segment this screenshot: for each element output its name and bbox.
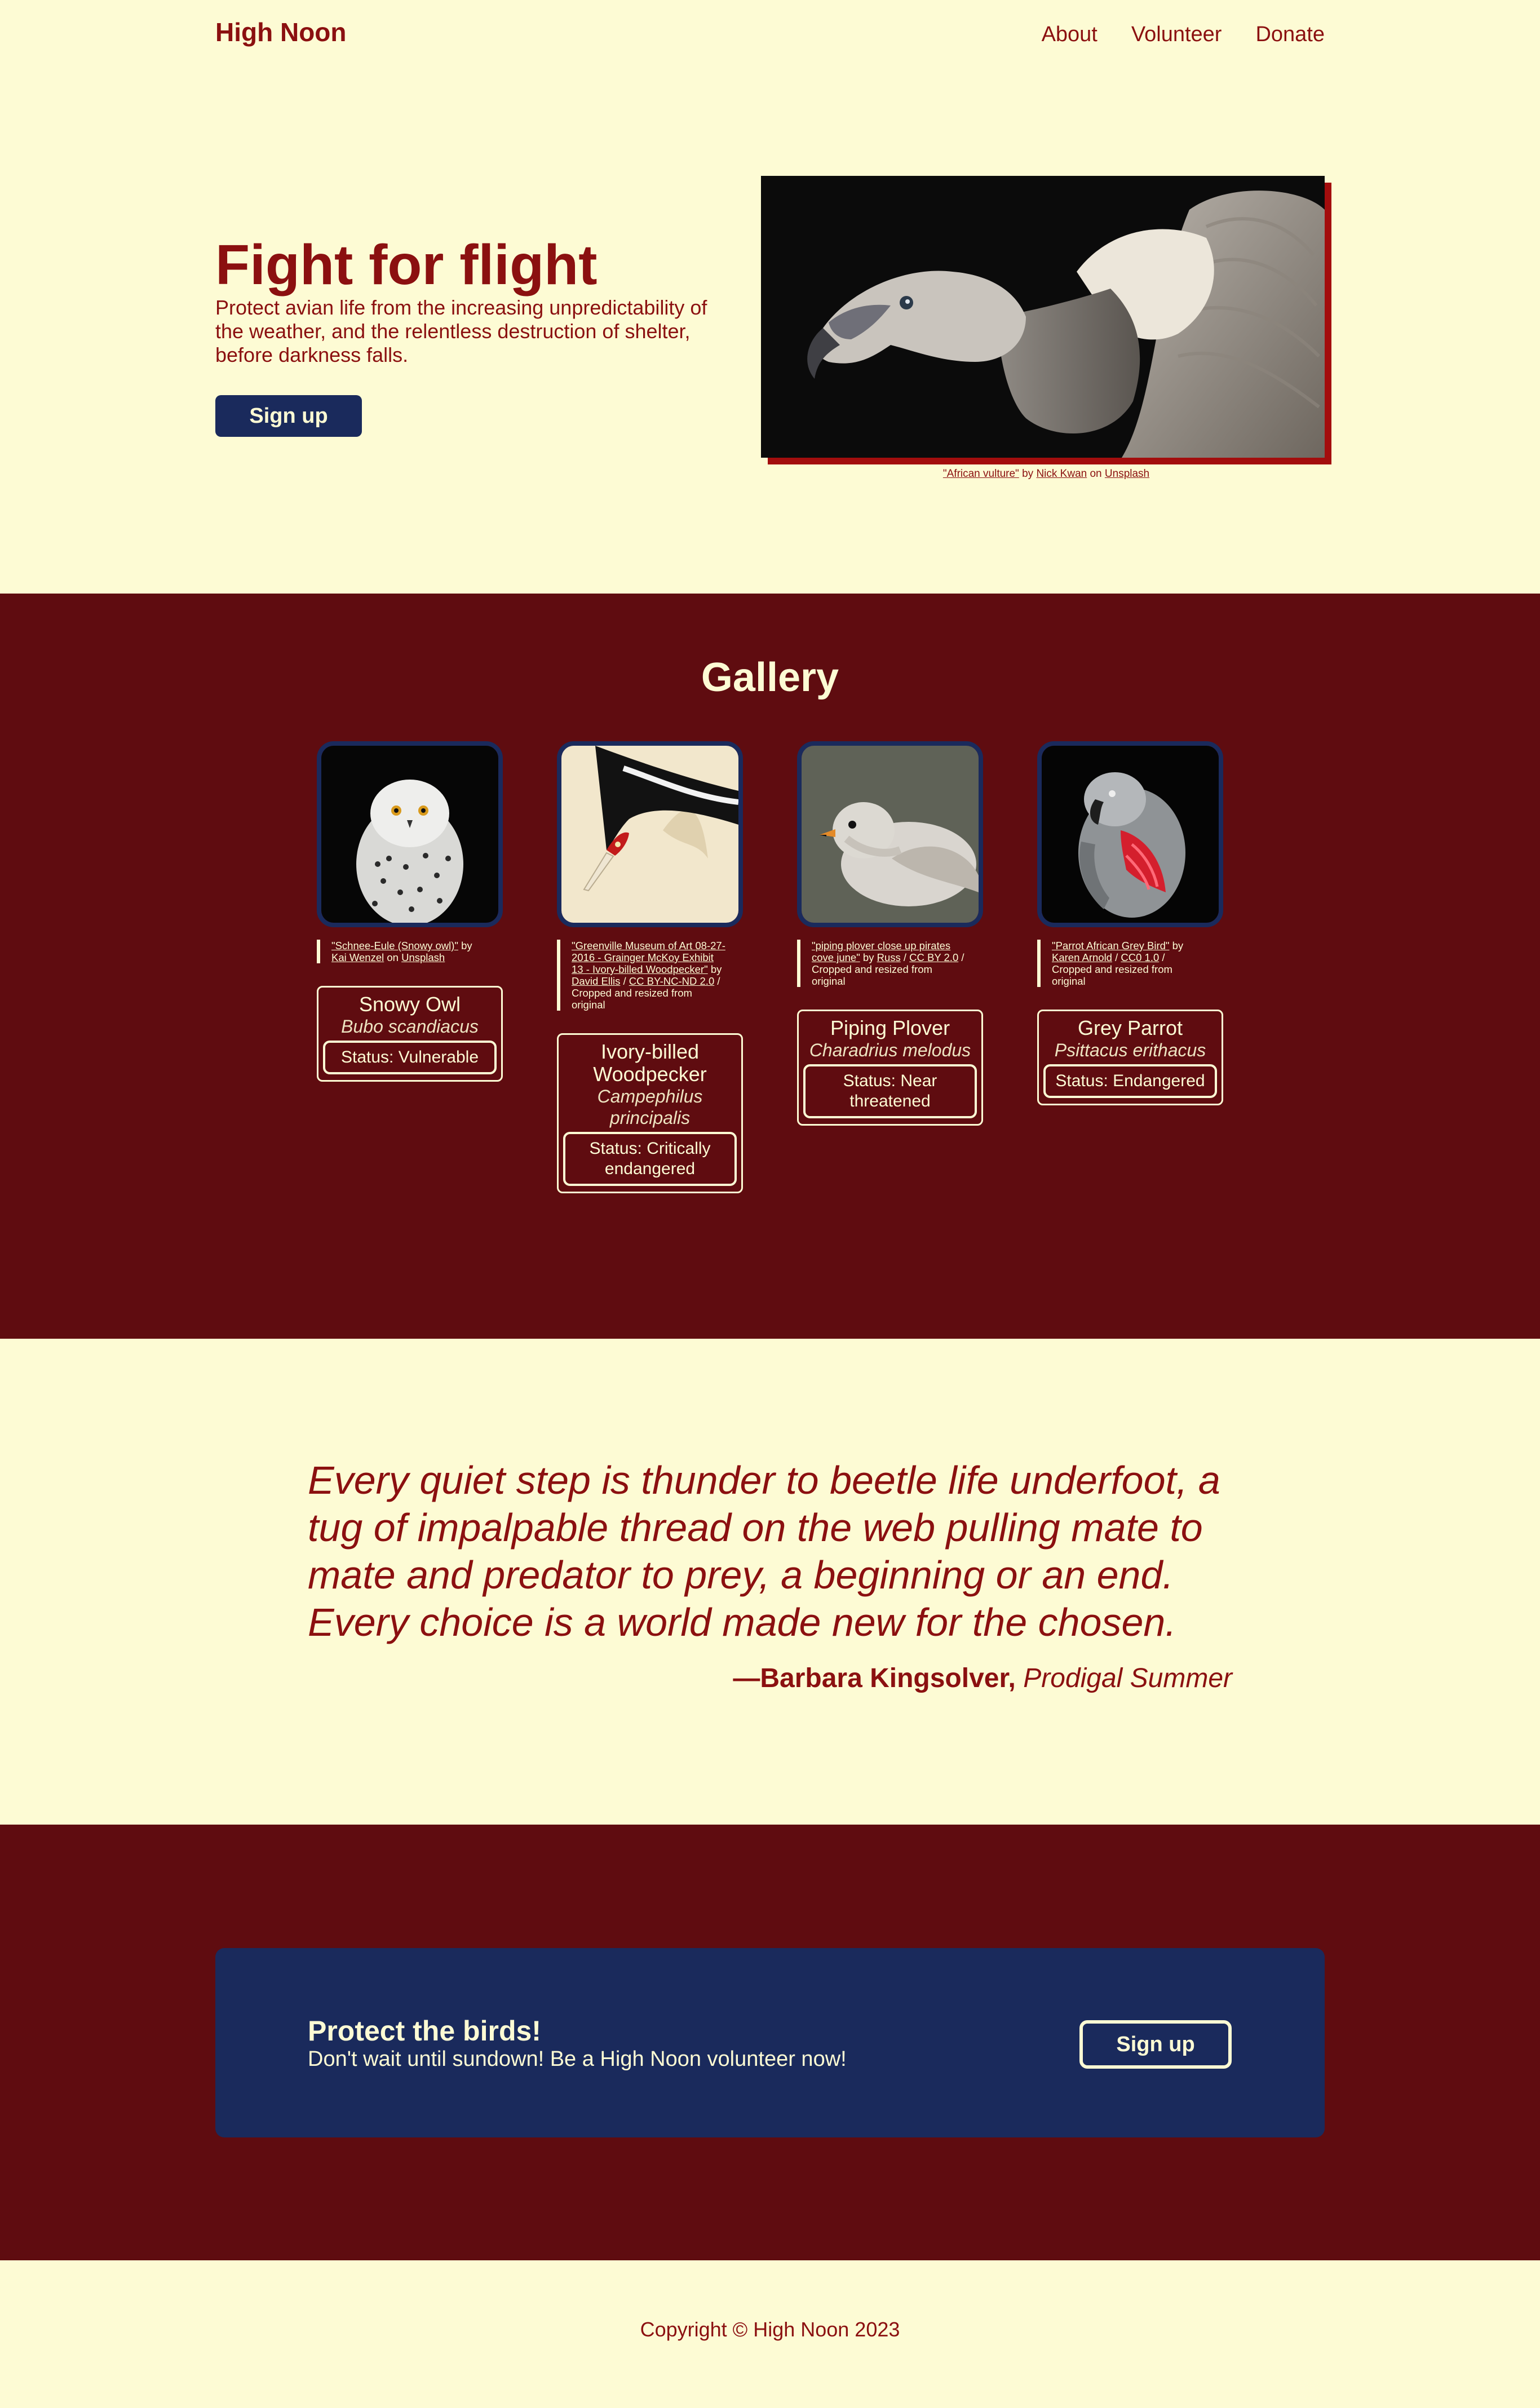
piping-plover-attribution: "piping plover close up pirates cove jun… — [797, 940, 966, 987]
quote-author: —Barbara Kingsolver, — [733, 1663, 1016, 1693]
kingsolver-quote: Every quiet step is thunder to beetle li… — [308, 1458, 1220, 1644]
site-footer: Copyright © High Noon 2023 — [0, 2318, 1540, 2341]
hero-caption-author-link[interactable]: Nick Kwan — [1036, 468, 1087, 480]
species-scientific-name: Campephilus principalis — [597, 1086, 703, 1128]
hero-caption-source-link[interactable]: Unsplash — [1105, 468, 1149, 480]
hero-section: Fight for flight Protect avian life from… — [215, 234, 723, 437]
cta-subtitle: Don't wait until sundown! Be a High Noon… — [308, 2047, 847, 2071]
hero-image-caption: "African vulture" by Nick Kwan on Unspla… — [761, 468, 1331, 480]
attribution-text: / — [620, 975, 629, 987]
hero-caption-on: on — [1090, 468, 1102, 480]
species-common-name: Snowy Owl — [359, 993, 461, 1016]
attribution-text: by — [860, 951, 877, 963]
attribution-author-link[interactable]: Kai Wenzel — [331, 951, 384, 963]
hero-title: Fight for flight — [215, 233, 598, 296]
species-scientific-name: Charadrius melodus — [809, 1040, 971, 1060]
conservation-status-badge: Status: Critically endangered — [563, 1132, 737, 1186]
species-info-box: Ivory-billed Woodpecker Campephilus prin… — [557, 1033, 743, 1193]
attribution-author-link[interactable]: David Ellis — [572, 975, 620, 987]
attribution-work-link[interactable]: "Parrot African Grey Bird" — [1052, 940, 1169, 951]
attribution-license-link[interactable]: CC BY 2.0 — [909, 951, 958, 963]
attribution-author-link[interactable]: Karen Arnold — [1052, 951, 1112, 963]
attribution-work-link[interactable]: "Schnee-Eule (Snowy owl)" — [331, 940, 458, 951]
snowy-owl-attribution: "Schnee-Eule (Snowy owl)" by Kai Wenzel … — [317, 940, 486, 963]
attribution-text: by — [1169, 940, 1184, 951]
grey-parrot-image — [1037, 741, 1223, 927]
copyright-text: Copyright © High Noon 2023 — [640, 2318, 900, 2341]
nav-volunteer-link[interactable]: Volunteer — [1131, 23, 1222, 47]
gallery-card-ivory-billed-woodpecker: "Greenville Museum of Art 08-27-2016 - G… — [557, 741, 743, 1193]
woodpecker-attribution: "Greenville Museum of Art 08-27-2016 - G… — [557, 940, 726, 1011]
woodpecker-image — [557, 741, 743, 927]
species-info-box: Snowy Owl Bubo scandiacus Status: Vulner… — [317, 986, 503, 1082]
hero-caption-by: by — [1022, 468, 1034, 480]
cta-title: Protect the birds! — [308, 2015, 541, 2047]
attribution-text: by — [458, 940, 472, 951]
gallery-card-snowy-owl: "Schnee-Eule (Snowy owl)" by Kai Wenzel … — [317, 741, 503, 1082]
vulture-image — [761, 176, 1325, 458]
grey-parrot-attribution: "Parrot African Grey Bird" by Karen Arno… — [1037, 940, 1206, 987]
cta-section: Protect the birds! Don't wait until sund… — [0, 1825, 1540, 2260]
cta-banner: Protect the birds! Don't wait until sund… — [215, 1948, 1325, 2137]
attribution-text: / — [900, 951, 910, 963]
attribution-work-link[interactable]: "Greenville Museum of Art 08-27-2016 - G… — [572, 940, 725, 975]
conservation-status-badge: Status: Near threatened — [803, 1064, 977, 1118]
species-scientific-name: Bubo scandiacus — [341, 1016, 479, 1037]
attribution-license-link[interactable]: CC BY-NC-ND 2.0 — [629, 975, 714, 987]
nav-donate-link[interactable]: Donate — [1255, 23, 1325, 47]
attribution-license-link[interactable]: CC0 1.0 — [1121, 951, 1159, 963]
conservation-status-badge: Status: Vulnerable — [323, 1041, 497, 1074]
hero-caption-work-link[interactable]: "African vulture" — [943, 468, 1019, 480]
conservation-status-badge: Status: Endangered — [1043, 1064, 1217, 1098]
site-logo[interactable]: High Noon — [215, 17, 347, 47]
cta-signup-button[interactable]: Sign up — [1079, 2020, 1232, 2069]
species-info-box: Grey Parrot Psittacus erithacus Status: … — [1037, 1010, 1223, 1105]
site-header: High Noon About Volunteer Donate — [0, 0, 1540, 68]
species-scientific-name: Psittacus erithacus — [1054, 1040, 1206, 1060]
attribution-source-link[interactable]: Unsplash — [401, 951, 445, 963]
gallery-card-piping-plover: "piping plover close up pirates cove jun… — [797, 741, 983, 1126]
attribution-text: on — [384, 951, 402, 963]
hero-signup-button[interactable]: Sign up — [215, 395, 362, 437]
species-common-name: Grey Parrot — [1077, 1016, 1183, 1039]
gallery-card-grey-parrot: "Parrot African Grey Bird" by Karen Arno… — [1037, 741, 1223, 1105]
attribution-text: by — [707, 963, 722, 975]
piping-plover-image — [797, 741, 983, 927]
attribution-text: / — [1112, 951, 1121, 963]
hero-subtitle: Protect avian life from the increasing u… — [215, 296, 707, 366]
snowy-owl-image — [317, 741, 503, 927]
gallery-section: Gallery "Schnee-Eule (Snowy owl)" by Kai… — [0, 594, 1540, 1339]
hero-figure: "African vulture" by Nick Kwan on Unspla… — [761, 176, 1331, 480]
quote-work-title: Prodigal Summer — [1023, 1663, 1232, 1693]
gallery-title: Gallery — [701, 655, 839, 700]
main-nav: About Volunteer Donate — [1042, 23, 1325, 47]
species-common-name: Ivory-billed Woodpecker — [593, 1040, 707, 1086]
species-info-box: Piping Plover Charadrius melodus Status:… — [797, 1010, 983, 1126]
attribution-author-link[interactable]: Russ — [877, 951, 901, 963]
nav-about-link[interactable]: About — [1042, 23, 1098, 47]
quote-attribution: —Barbara Kingsolver, Prodigal Summer — [733, 1663, 1232, 1694]
species-common-name: Piping Plover — [830, 1016, 950, 1039]
